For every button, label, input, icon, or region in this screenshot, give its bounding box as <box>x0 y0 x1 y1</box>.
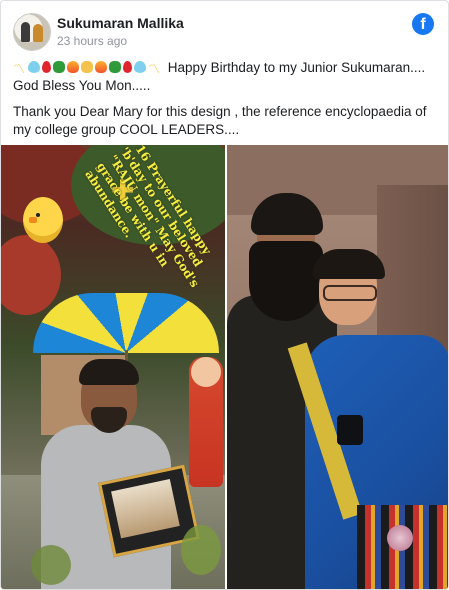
chick-eye <box>36 213 40 217</box>
photo-right[interactable] <box>227 145 448 589</box>
chick-beak <box>29 217 37 223</box>
woman-hair <box>313 249 385 279</box>
heart-icon <box>134 61 147 73</box>
post-timestamp[interactable]: 23 hours ago <box>57 34 127 48</box>
post-card: Sukumaran Mallika 23 hours ago f 〽〽 Happ… <box>0 0 449 590</box>
author-name[interactable]: Sukumaran Mallika <box>57 15 184 31</box>
phone-icon <box>337 415 363 445</box>
post-header: Sukumaran Mallika 23 hours ago f <box>13 13 436 53</box>
avatar-figure <box>21 22 30 42</box>
leaf-decoration <box>31 545 71 585</box>
clover-icon <box>109 61 122 73</box>
umbrella-icon <box>33 293 219 353</box>
avatar-figure <box>33 24 43 42</box>
clover-icon <box>53 61 66 73</box>
hands-icon <box>81 61 94 73</box>
emoji-row: 〽〽 <box>13 60 168 76</box>
man-hair <box>79 359 139 385</box>
post-text-line-2: Thank you Dear Mary for this design , th… <box>13 104 427 137</box>
photo-grid: ✚ "16 Prayerful happy 'b'day to our belo… <box>1 145 448 589</box>
fire-icon <box>95 61 108 73</box>
hands-icon: 〽 <box>13 62 27 76</box>
drop-icon <box>123 61 133 73</box>
post-line-1: 〽〽 Happy Birthday to my Junior Sukumaran… <box>13 59 434 95</box>
flower-decoration <box>387 525 413 551</box>
leaf-decoration <box>181 525 221 575</box>
post-text: 〽〽 Happy Birthday to my Junior Sukumaran… <box>13 59 434 139</box>
man-beard <box>249 241 323 321</box>
drop-icon <box>42 61 52 73</box>
heart-icon <box>28 61 41 73</box>
fire-icon <box>67 61 80 73</box>
facebook-icon[interactable]: f <box>412 13 434 35</box>
idol-face <box>191 357 221 387</box>
hands-icon: 〽 <box>148 62 162 76</box>
frame-photo <box>111 478 180 539</box>
avatar[interactable] <box>13 13 51 51</box>
photo-left[interactable]: ✚ "16 Prayerful happy 'b'day to our belo… <box>1 145 225 589</box>
foliage <box>1 235 61 315</box>
glasses-icon <box>323 285 377 301</box>
